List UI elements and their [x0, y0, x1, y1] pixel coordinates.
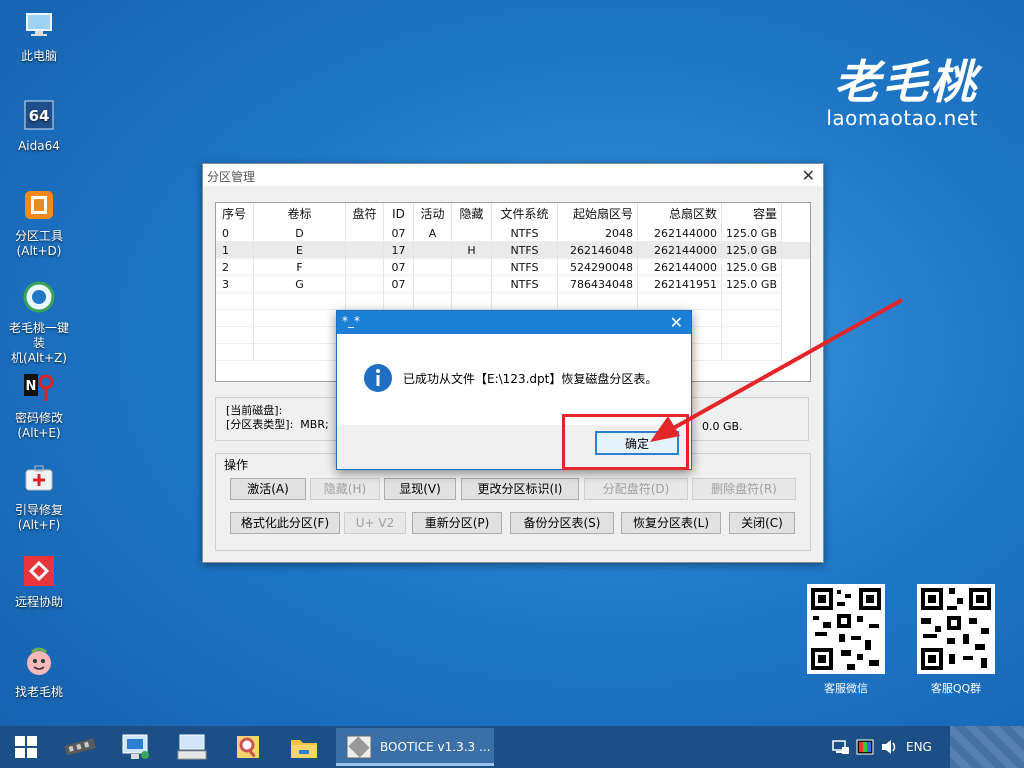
network-monitor-icon: [122, 734, 149, 759]
bootice-icon: [346, 735, 372, 759]
taskbar-bootice[interactable]: BOOTICE v1.3.3 ...: [336, 728, 494, 766]
network-status-icon[interactable]: [832, 739, 850, 755]
taskbar-file-explorer[interactable]: [278, 726, 330, 768]
display-color-icon[interactable]: [856, 739, 874, 755]
taskbar-network-tool[interactable]: [110, 726, 162, 768]
magnifier-icon: [237, 736, 259, 758]
keyboard-monitor-icon: [177, 734, 207, 760]
speaker-icon[interactable]: [880, 739, 898, 755]
system-tray: ENG: [832, 726, 932, 768]
start-button[interactable]: [0, 726, 52, 768]
memory-chip-icon: [64, 738, 96, 756]
annotation-arrow-icon: [650, 298, 903, 442]
language-indicator[interactable]: ENG: [906, 740, 932, 754]
taskbar-bootice-label: BOOTICE v1.3.3 ...: [380, 740, 491, 754]
taskbar: BOOTICE v1.3.3 ... ENG: [0, 726, 1024, 768]
folder-icon: [291, 740, 317, 758]
clock-area[interactable]: [950, 726, 1024, 768]
windows-logo-icon: [15, 736, 37, 758]
taskbar-search-tool[interactable]: [222, 726, 274, 768]
taskbar-keyboard-tool[interactable]: [166, 726, 218, 768]
taskbar-memory-tool[interactable]: [54, 726, 106, 768]
